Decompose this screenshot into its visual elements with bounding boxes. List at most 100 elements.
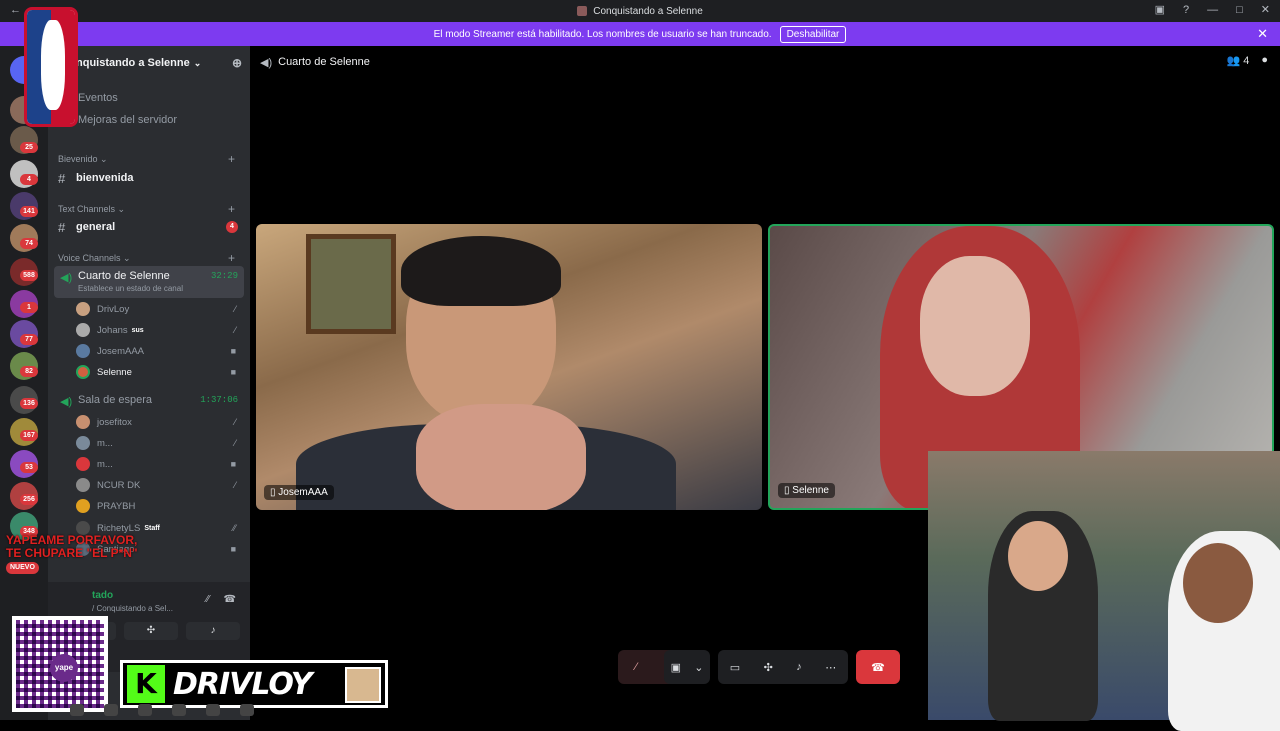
camera-icon: ■ <box>230 346 236 356</box>
add-channel-icon[interactable]: + <box>228 202 235 216</box>
noise-suppression-icon[interactable]: ⁄⁄ <box>206 594 209 605</box>
person-hair <box>401 236 561 306</box>
camera-icon: ■ <box>230 544 236 554</box>
camera-button[interactable]: ▣ ⌄ <box>664 650 710 684</box>
channel-label: general <box>76 221 116 233</box>
banner-text: El modo Streamer está habilitado. Los no… <box>433 28 772 40</box>
invite-icon[interactable]: ⊕ <box>232 56 242 70</box>
more-icon[interactable]: ⋯ <box>825 661 836 674</box>
kick-logo-icon: K <box>127 665 165 703</box>
person-left-face <box>1008 521 1068 591</box>
voice-member[interactable]: DrivLoy ⁄ <box>76 300 244 318</box>
voice-member[interactable]: JosemAAA ■ <box>76 342 244 360</box>
activities-button[interactable]: ✣ <box>124 622 178 640</box>
category-label: Voice Channels <box>58 253 121 263</box>
chevron-down-icon[interactable]: ⌄ <box>694 661 703 674</box>
deafened-icon: ⁄⁄ <box>232 523 236 533</box>
avatar <box>76 344 90 358</box>
tile-name: JosemAAA <box>278 487 328 498</box>
muted-icon: ⁄ <box>234 325 236 335</box>
avatar <box>76 365 90 379</box>
server-name: nquistando a Selenne <box>76 57 190 69</box>
member-name: DrivLoy <box>97 303 130 315</box>
voice-member[interactable]: josefitox ⁄ <box>76 413 244 431</box>
disconnect-button[interactable]: ☎ <box>856 650 900 684</box>
server-badge: 53 <box>20 462 38 473</box>
minimize-icon[interactable]: — <box>1207 4 1218 16</box>
chat-icon[interactable]: ● <box>1261 54 1268 67</box>
avatar <box>76 436 90 450</box>
avatar <box>76 302 90 316</box>
voice-connected-channel[interactable]: / Conquistando a Sel... <box>92 604 173 613</box>
server-badge: 136 <box>20 398 38 409</box>
voice-connected-status: tado <box>92 590 114 601</box>
voice-channel-label: Cuarto de Selenne <box>78 270 170 282</box>
participants-icon[interactable]: 👥 4 <box>1226 54 1249 67</box>
voice-member[interactable]: m... ■ <box>76 455 244 473</box>
call-timer: 1:37:06 <box>200 395 238 405</box>
server-boosts-item[interactable]: Mejoras del servidor <box>78 114 177 126</box>
unread-badge: 4 <box>226 221 238 233</box>
back-arrow-icon[interactable]: ← <box>10 4 21 16</box>
screen-share-icon[interactable]: ▭ <box>730 661 740 674</box>
events-item[interactable]: Eventos <box>78 92 118 104</box>
muted-icon: ⁄ <box>234 304 236 314</box>
member-name: josefitox <box>97 416 132 428</box>
painting <box>306 234 396 334</box>
server-icon <box>577 6 588 16</box>
disable-streamer-button[interactable]: Deshabilitar <box>779 25 847 43</box>
taskbar-app-icon[interactable] <box>240 704 254 716</box>
taskbar-app-icon[interactable] <box>70 704 84 716</box>
video-tile[interactable]: ▯ JosemAAA <box>256 224 762 510</box>
streamer-webcam <box>928 451 1280 731</box>
activities-icon[interactable]: ✣ <box>764 661 773 674</box>
soundboard-button[interactable]: ♪ <box>186 622 240 640</box>
channel-general[interactable]: # general 4 <box>58 217 244 237</box>
voice-member[interactable]: NCUR DK ⁄ <box>76 476 244 494</box>
window-title: Conquistando a Selenne <box>593 5 703 17</box>
voice-member[interactable]: Selenne ■ <box>76 363 244 381</box>
voice-member[interactable]: m... ⁄ <box>76 434 244 452</box>
help-icon[interactable]: ? <box>1183 4 1189 16</box>
category-welcome[interactable]: Bievenido ⌄ + <box>58 152 243 166</box>
taskbar-app-icon[interactable] <box>172 704 186 716</box>
server-badge: 82 <box>20 366 38 377</box>
taskbar-app-icon[interactable] <box>138 704 152 716</box>
voice-channel-sala[interactable]: ◀) Sala de espera 1:37:06 <box>54 390 244 412</box>
server-header[interactable]: nquistando a Selenne ⌄ ⊕ <box>48 46 250 80</box>
voice-member[interactable]: Johans sus ⁄ <box>76 321 244 339</box>
hangup-icon: ☎ <box>871 661 885 674</box>
server-badge: 167 <box>20 430 38 441</box>
voice-member[interactable]: PRAYBH <box>76 497 244 515</box>
category-text[interactable]: Text Channels ⌄ + <box>58 202 243 216</box>
member-name: m... <box>97 437 113 449</box>
voice-channel-cuarto[interactable]: ◀) Cuarto de Selenne Establece un estado… <box>54 266 244 298</box>
speaker-icon: ◀) <box>260 56 273 69</box>
inbox-icon[interactable]: ▣ <box>1155 3 1165 16</box>
voice-channel-label: Sala de espera <box>78 394 152 406</box>
add-channel-icon[interactable]: + <box>228 152 235 166</box>
taskbar-app-icon[interactable] <box>104 704 118 716</box>
speaker-icon: ◀) <box>60 272 73 284</box>
add-channel-icon[interactable]: + <box>228 251 235 265</box>
chevron-down-icon: ⌄ <box>193 57 202 68</box>
server-badge: 588 <box>20 270 38 281</box>
participant-count: 4 <box>1243 55 1250 67</box>
member-tag: Staff <box>144 524 160 532</box>
close-window-icon[interactable]: ✕ <box>1261 3 1270 16</box>
soundboard-icon[interactable]: ♪ <box>796 661 802 673</box>
server-badge: 77 <box>20 334 38 345</box>
category-voice[interactable]: Voice Channels ⌄ + <box>58 251 243 265</box>
disconnect-icon[interactable]: ☎ <box>224 594 236 605</box>
server-badge: 141 <box>20 206 38 217</box>
title-bar: ← Conquistando a Selenne ▣ ? — □ ✕ <box>0 0 1280 22</box>
avatar <box>76 323 90 337</box>
maximize-icon[interactable]: □ <box>1236 4 1243 16</box>
taskbar-app-icon[interactable] <box>206 704 220 716</box>
person-face <box>920 256 1030 396</box>
logo-silhouette <box>41 20 65 110</box>
close-banner-icon[interactable]: ✕ <box>1257 26 1268 42</box>
channel-bienvenida[interactable]: # bienvenida <box>58 168 244 188</box>
hash-icon: # <box>58 170 66 186</box>
channel-status[interactable]: Establece un estado de canal <box>78 284 183 293</box>
